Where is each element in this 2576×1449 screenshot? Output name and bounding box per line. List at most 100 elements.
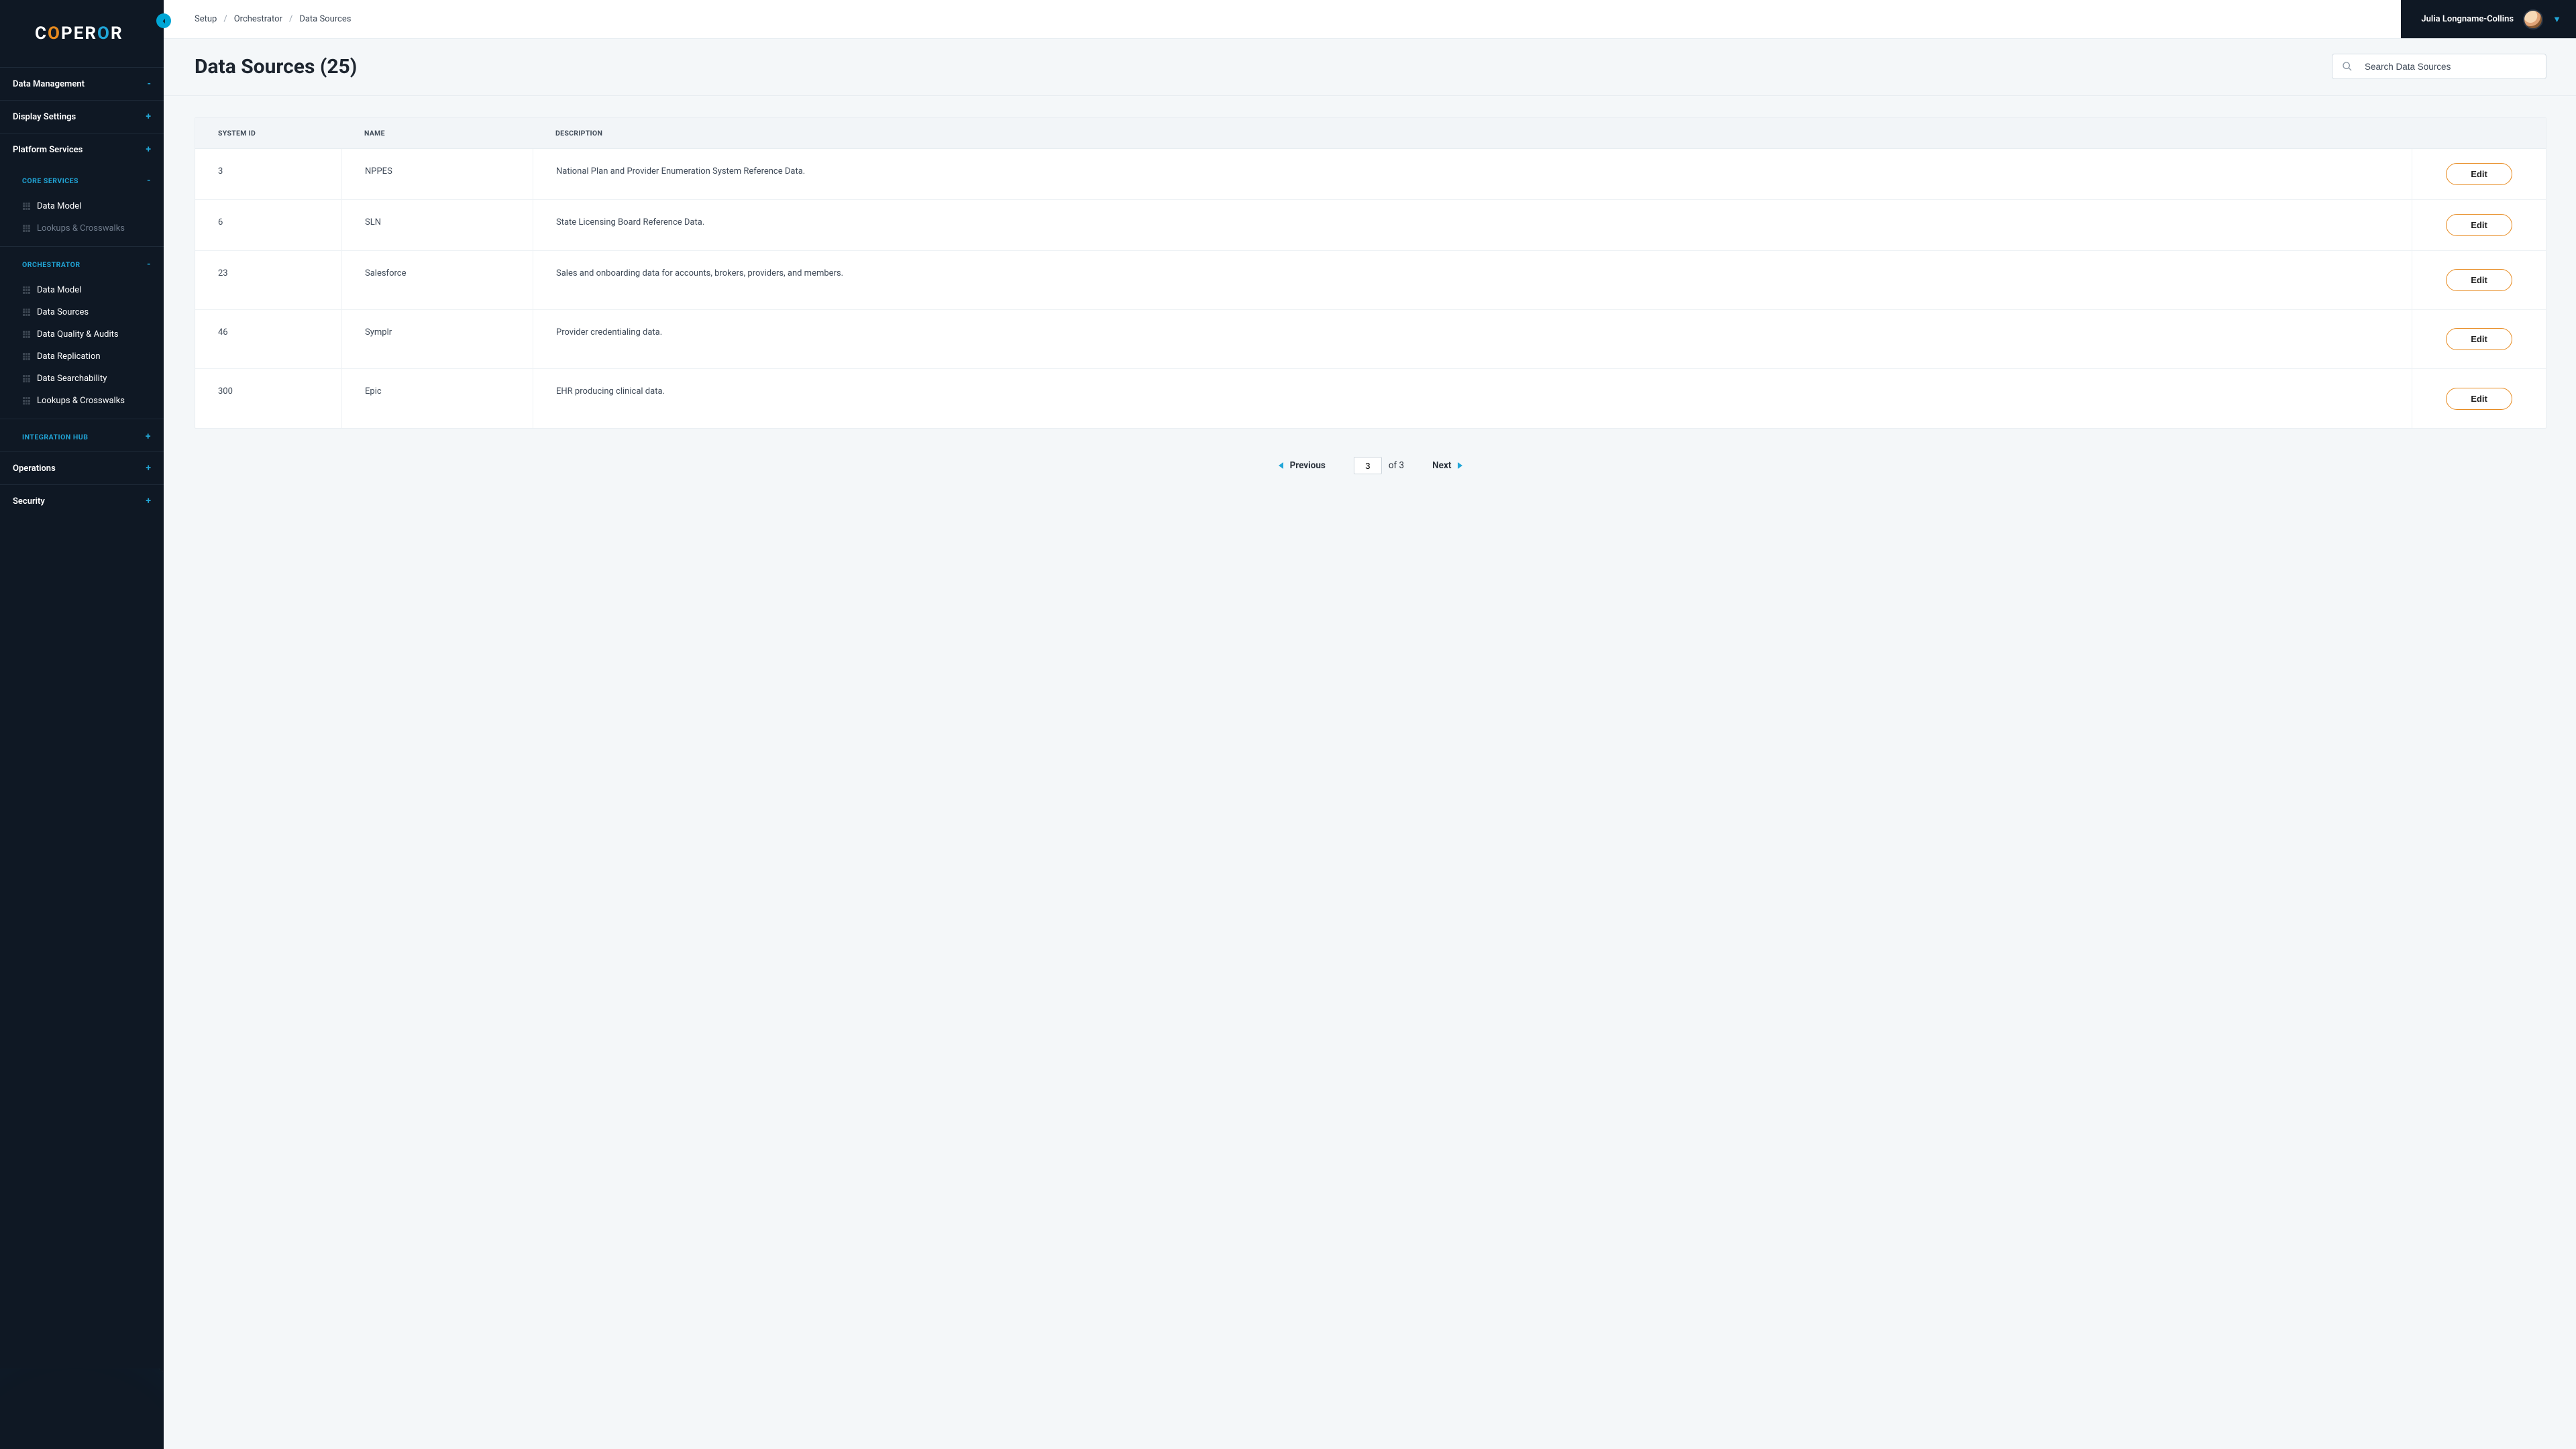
sidebar-item-orch-data-replication[interactable]: Data Replication	[0, 345, 164, 368]
cell-description: Provider credentialing data.	[533, 310, 2412, 368]
search-box[interactable]	[2332, 54, 2546, 79]
sidebar-item-core-data-model[interactable]: Data Model	[0, 195, 164, 217]
sidebar-item-label: Lookups & Crosswalks	[37, 223, 125, 233]
data-sources-table: SYSTEM ID NAME DESCRIPTION 3 NPPES Natio…	[195, 117, 2546, 429]
col-actions	[2412, 118, 2546, 148]
cell-name: Symplr	[341, 310, 533, 368]
sidebar-item-label: Data Model	[37, 285, 81, 295]
avatar	[2523, 9, 2543, 30]
cell-system-id: 3	[195, 149, 341, 199]
expand-icon: +	[146, 463, 151, 474]
page-input[interactable]	[1354, 457, 1382, 474]
table-header: SYSTEM ID NAME DESCRIPTION	[195, 118, 2546, 149]
cell-description: EHR producing clinical data.	[533, 369, 2412, 428]
cell-name: SLN	[341, 200, 533, 250]
nav-subheader-integration-hub[interactable]: INTEGRATION HUB +	[0, 419, 164, 451]
col-system-id: SYSTEM ID	[195, 118, 341, 148]
grid-icon	[23, 286, 30, 294]
page-indicator: of 3	[1354, 457, 1404, 474]
nav-header-label: Data Management	[13, 79, 85, 89]
breadcrumb-separator: /	[223, 14, 227, 24]
page-of-label: of 3	[1389, 460, 1404, 471]
cell-system-id: 23	[195, 251, 341, 309]
cell-actions: Edit	[2412, 369, 2546, 428]
grid-icon	[23, 397, 30, 405]
expand-icon: +	[146, 496, 151, 506]
cell-name: NPPES	[341, 149, 533, 199]
cell-name: Epic	[341, 369, 533, 428]
sidebar-item-orch-data-quality[interactable]: Data Quality & Audits	[0, 323, 164, 345]
chevron-left-icon	[161, 18, 167, 24]
sidebar-item-label: Data Replication	[37, 352, 101, 362]
breadcrumb: Setup / Orchestrator / Data Sources	[164, 0, 2401, 38]
nav-subheader-orchestrator[interactable]: ORCHESTRATOR -	[0, 246, 164, 279]
sidebar-item-label: Data Searchability	[37, 374, 107, 384]
nav-header-label: Security	[13, 496, 45, 506]
sidebar-item-orch-data-sources[interactable]: Data Sources	[0, 301, 164, 323]
user-display-name: Julia Longname-Collins	[2421, 14, 2514, 24]
expand-icon: +	[146, 431, 151, 442]
chevron-right-icon	[1458, 462, 1462, 469]
table-row: 3 NPPES National Plan and Provider Enume…	[195, 149, 2546, 200]
nav-subheader-label: ORCHESTRATOR	[22, 260, 80, 269]
breadcrumb-orchestrator[interactable]: Orchestrator	[234, 14, 282, 24]
topbar: Setup / Orchestrator / Data Sources Juli…	[164, 0, 2576, 39]
nav-header-security[interactable]: Security +	[0, 485, 164, 517]
sidebar-item-orch-data-model[interactable]: Data Model	[0, 279, 164, 301]
cell-description: National Plan and Provider Enumeration S…	[533, 149, 2412, 199]
col-name: NAME	[341, 118, 533, 148]
grid-icon	[23, 375, 30, 382]
nav-header-platform-services[interactable]: Platform Services +	[0, 133, 164, 166]
nav-header-label: Operations	[13, 464, 56, 474]
cell-actions: Edit	[2412, 251, 2546, 309]
nav-group-data-management: Data Management -	[0, 67, 164, 100]
nav-header-data-management[interactable]: Data Management -	[0, 68, 164, 100]
cell-description: Sales and onboarding data for accounts, …	[533, 251, 2412, 309]
nav-group-display-settings: Display Settings +	[0, 100, 164, 133]
chevron-left-icon	[1279, 462, 1283, 469]
grid-icon	[23, 309, 30, 316]
cell-system-id: 6	[195, 200, 341, 250]
cell-actions: Edit	[2412, 310, 2546, 368]
globe-decoration	[0, 1368, 164, 1449]
breadcrumb-data-sources[interactable]: Data Sources	[299, 14, 351, 24]
pagination: Previous of 3 Next	[195, 429, 2546, 488]
nav-group-platform-services: Platform Services + CORE SERVICES - Data…	[0, 133, 164, 451]
page-title: Data Sources (25)	[195, 55, 357, 78]
sidebar-item-orch-lookups[interactable]: Lookups & Crosswalks	[0, 390, 164, 412]
nav-header-operations[interactable]: Operations +	[0, 452, 164, 484]
edit-button[interactable]: Edit	[2446, 163, 2512, 185]
search-input[interactable]	[2365, 62, 2536, 72]
table-row: 46 Symplr Provider credentialing data. E…	[195, 310, 2546, 369]
nav-subheader-core-services[interactable]: CORE SERVICES -	[0, 166, 164, 195]
breadcrumb-separator: /	[289, 14, 292, 24]
col-description: DESCRIPTION	[533, 118, 2412, 148]
sidebar: COPEROR Data Management - Display Settin…	[0, 0, 164, 1449]
edit-button[interactable]: Edit	[2446, 269, 2512, 291]
grid-icon	[23, 225, 30, 232]
chevron-down-icon: ▼	[2553, 14, 2561, 25]
nav-subheader-label: INTEGRATION HUB	[22, 433, 88, 441]
cell-system-id: 46	[195, 310, 341, 368]
content: SYSTEM ID NAME DESCRIPTION 3 NPPES Natio…	[164, 96, 2576, 1449]
edit-button[interactable]: Edit	[2446, 328, 2512, 350]
nav-group-security: Security +	[0, 484, 164, 517]
nav-header-display-settings[interactable]: Display Settings +	[0, 101, 164, 133]
next-label: Next	[1432, 460, 1451, 471]
logo: COPEROR	[0, 0, 164, 67]
table-row: 23 Salesforce Sales and onboarding data …	[195, 251, 2546, 310]
previous-label: Previous	[1290, 460, 1326, 471]
next-page-button[interactable]: Next	[1432, 460, 1462, 471]
sidebar-item-orch-data-searchability[interactable]: Data Searchability	[0, 368, 164, 390]
collapse-sidebar-button[interactable]	[156, 13, 171, 28]
main: Setup / Orchestrator / Data Sources Juli…	[164, 0, 2576, 1449]
cell-name: Salesforce	[341, 251, 533, 309]
collapse-icon: -	[147, 78, 151, 89]
breadcrumb-setup[interactable]: Setup	[195, 14, 217, 24]
sidebar-item-core-lookups[interactable]: Lookups & Crosswalks	[0, 217, 164, 239]
edit-button[interactable]: Edit	[2446, 214, 2512, 236]
collapse-icon: -	[147, 259, 151, 270]
user-menu[interactable]: Julia Longname-Collins ▼	[2401, 0, 2576, 38]
previous-page-button[interactable]: Previous	[1279, 460, 1326, 471]
edit-button[interactable]: Edit	[2446, 388, 2512, 410]
